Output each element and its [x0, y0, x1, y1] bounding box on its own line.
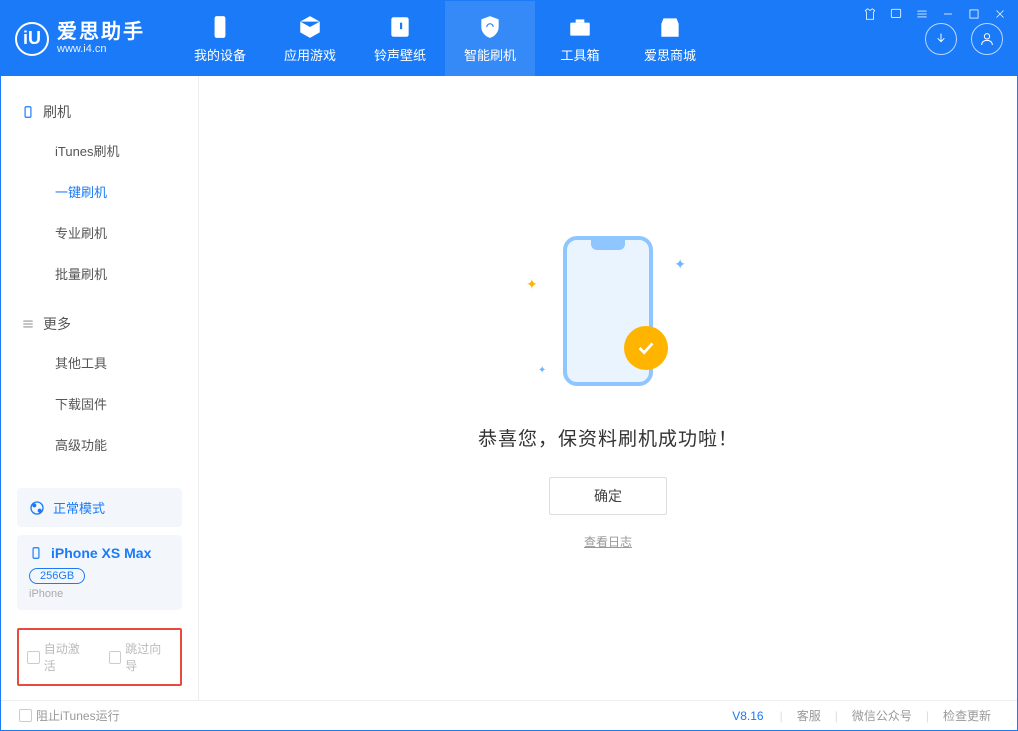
- nav-my-device[interactable]: 我的设备: [175, 1, 265, 76]
- success-message: 恭喜您，保资料刷机成功啦！: [478, 424, 738, 451]
- device-type: iPhone: [29, 588, 170, 600]
- skin-icon[interactable]: [863, 7, 877, 24]
- device-icon: [21, 105, 35, 119]
- maximize-icon[interactable]: [967, 7, 981, 24]
- top-nav: 我的设备 应用游戏 铃声壁纸 智能刷机 工具箱 爱思商城: [175, 1, 715, 76]
- close-icon[interactable]: [993, 7, 1007, 24]
- titlebar-actions: [925, 23, 1003, 55]
- cube-icon: [296, 13, 324, 41]
- sidebar-item-other-tools[interactable]: 其他工具: [1, 342, 198, 383]
- sync-icon: [29, 500, 45, 516]
- ok-button[interactable]: 确定: [549, 477, 667, 515]
- success-illustration: ✦ ✦ ✦: [518, 226, 698, 396]
- sidebar: 刷机 iTunes刷机 一键刷机 专业刷机 批量刷机 更多 其他工具 下载固件 …: [1, 76, 199, 700]
- menu-icon[interactable]: [915, 7, 929, 24]
- store-icon: [656, 13, 684, 41]
- main-content: ✦ ✦ ✦ 恭喜您，保资料刷机成功啦！ 确定 查看日志: [199, 76, 1017, 700]
- version-label: V8.16: [732, 709, 763, 723]
- device-card[interactable]: iPhone XS Max 256GB iPhone: [17, 535, 182, 610]
- sidebar-item-download-firmware[interactable]: 下载固件: [1, 383, 198, 424]
- logo-icon: iU: [15, 22, 49, 56]
- check-badge-icon: [624, 326, 668, 370]
- sidebar-item-pro-flash[interactable]: 专业刷机: [1, 212, 198, 253]
- phone-small-icon: [29, 546, 43, 560]
- app-name: 爱思助手: [57, 21, 145, 43]
- toolbox-icon: [566, 13, 594, 41]
- storage-badge: 256GB: [29, 568, 85, 584]
- feedback-icon[interactable]: [889, 7, 903, 24]
- minimize-icon[interactable]: [941, 7, 955, 24]
- shield-sync-icon: [476, 13, 504, 41]
- mode-card[interactable]: 正常模式: [17, 488, 182, 527]
- checkbox-row-highlighted: 自动激活 跳过向导: [17, 628, 182, 686]
- nav-label: 铃声壁纸: [374, 45, 426, 64]
- footer: 阻止iTunes运行 V8.16 | 客服 | 微信公众号 | 检查更新: [1, 700, 1017, 730]
- window-controls: [863, 7, 1007, 24]
- sidebar-item-itunes-flash[interactable]: iTunes刷机: [1, 130, 198, 171]
- skip-guide-checkbox[interactable]: 跳过向导: [109, 640, 173, 674]
- checkbox-label: 阻止iTunes运行: [36, 707, 120, 724]
- nav-ringtone-wallpaper[interactable]: 铃声壁纸: [355, 1, 445, 76]
- checkbox-icon: [109, 651, 122, 664]
- nav-apps-games[interactable]: 应用游戏: [265, 1, 355, 76]
- nav-label: 爱思商城: [644, 45, 696, 64]
- logo[interactable]: iU 爱思助手 www.i4.cn: [15, 21, 145, 55]
- download-button[interactable]: [925, 23, 957, 55]
- app-window: iU 爱思助手 www.i4.cn 我的设备 应用游戏 铃声壁纸 智能刷机: [0, 0, 1018, 731]
- checkbox-icon: [19, 709, 32, 722]
- checkbox-label: 跳过向导: [125, 640, 172, 674]
- group-title-label: 刷机: [43, 102, 71, 122]
- nav-store[interactable]: 爱思商城: [625, 1, 715, 76]
- nav-label: 智能刷机: [464, 45, 516, 64]
- footer-link-update[interactable]: 检查更新: [935, 707, 999, 724]
- list-icon: [21, 317, 35, 331]
- sidebar-item-advanced[interactable]: 高级功能: [1, 424, 198, 465]
- user-button[interactable]: [971, 23, 1003, 55]
- nav-toolbox[interactable]: 工具箱: [535, 1, 625, 76]
- device-name-label: iPhone XS Max: [51, 545, 151, 561]
- auto-activate-checkbox[interactable]: 自动激活: [27, 640, 91, 674]
- sparkle-icon: ✦: [674, 256, 686, 273]
- nav-label: 工具箱: [560, 45, 599, 64]
- view-log-link[interactable]: 查看日志: [584, 533, 632, 550]
- music-note-icon: [386, 13, 414, 41]
- nav-smart-flash[interactable]: 智能刷机: [445, 1, 535, 76]
- sparkle-icon: ✦: [538, 365, 546, 376]
- phone-icon: [206, 13, 234, 41]
- nav-label: 应用游戏: [284, 45, 336, 64]
- app-url: www.i4.cn: [57, 43, 145, 55]
- sidebar-group-flash: 刷机: [1, 94, 198, 130]
- sidebar-group-more: 更多: [1, 306, 198, 342]
- footer-link-support[interactable]: 客服: [789, 707, 829, 724]
- block-itunes-checkbox[interactable]: 阻止iTunes运行: [19, 707, 120, 724]
- sparkle-icon: ✦: [526, 276, 538, 293]
- nav-label: 我的设备: [194, 45, 246, 64]
- body: 刷机 iTunes刷机 一键刷机 专业刷机 批量刷机 更多 其他工具 下载固件 …: [1, 76, 1017, 700]
- mode-label: 正常模式: [53, 498, 105, 517]
- checkbox-label: 自动激活: [44, 640, 91, 674]
- group-title-label: 更多: [43, 314, 71, 334]
- checkbox-icon: [27, 651, 40, 664]
- sidebar-item-onekey-flash[interactable]: 一键刷机: [1, 171, 198, 212]
- sidebar-item-batch-flash[interactable]: 批量刷机: [1, 253, 198, 294]
- footer-link-wechat[interactable]: 微信公众号: [844, 707, 920, 724]
